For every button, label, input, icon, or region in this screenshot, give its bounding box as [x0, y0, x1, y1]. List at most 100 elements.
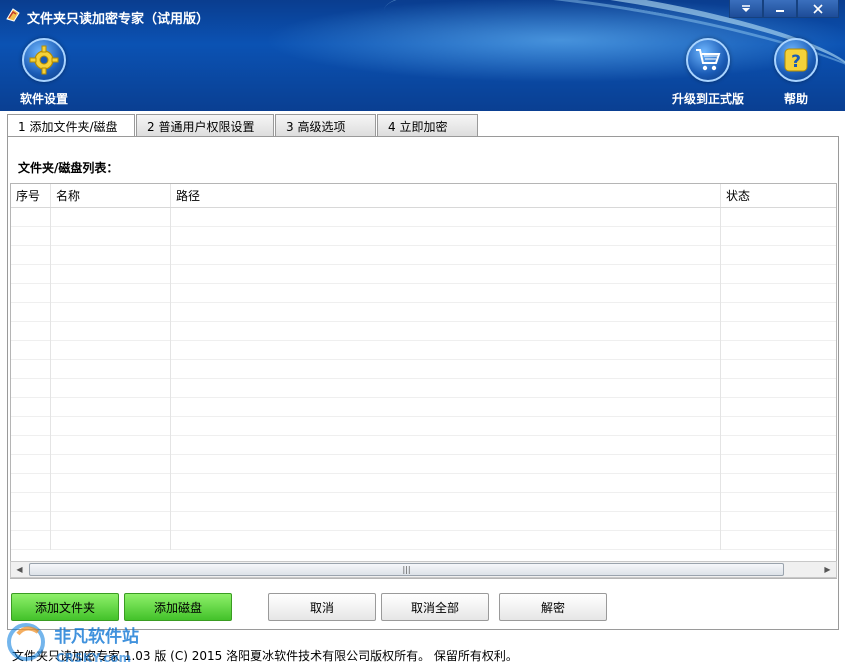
- add-disk-button[interactable]: 添加磁盘: [124, 593, 232, 621]
- table-row[interactable]: [11, 208, 836, 227]
- status-bar-text: 文件夹只读加密专家 1.03 版 (C) 2015 洛阳夏冰软件技术有限公司版权…: [12, 649, 518, 663]
- table-body: [11, 208, 836, 560]
- table-cell: [721, 322, 836, 341]
- help-icon: ?: [774, 38, 818, 82]
- cart-icon: [686, 38, 730, 82]
- scroll-thumb[interactable]: |||: [29, 563, 784, 576]
- table-cell: [11, 398, 51, 417]
- table-cell: [11, 474, 51, 493]
- scroll-right-icon[interactable]: ▶: [819, 562, 836, 577]
- help-button[interactable]: ? 帮助: [774, 38, 818, 107]
- table-row[interactable]: [11, 303, 836, 322]
- table-cell: [11, 417, 51, 436]
- table-cell: [51, 227, 171, 246]
- table-cell: [171, 246, 721, 265]
- table-row[interactable]: [11, 227, 836, 246]
- title-header: 文件夹只读加密专家（试用版） 软件设置 升级到正式版 ? 帮助: [0, 0, 845, 111]
- window-title: 文件夹只读加密专家（试用版）: [27, 12, 210, 27]
- column-header-status[interactable]: 状态: [721, 184, 836, 207]
- menu-icon[interactable]: [729, 0, 763, 18]
- tab-encrypt-now[interactable]: 4 立即加密: [377, 114, 478, 137]
- table-cell: [11, 512, 51, 531]
- table-cell: [721, 436, 836, 455]
- table-cell: [11, 322, 51, 341]
- table-cell: [51, 303, 171, 322]
- table-cell: [721, 474, 836, 493]
- table-row[interactable]: [11, 436, 836, 455]
- tab-add-folder[interactable]: 1 添加文件夹/磁盘: [7, 114, 135, 138]
- help-label: 帮助: [783, 92, 808, 106]
- folder-list-table[interactable]: 序号 名称 路径 状态: [10, 183, 837, 579]
- tab-bar: 1 添加文件夹/磁盘 2 普通用户权限设置 3 高级选项 4 立即加密: [7, 114, 479, 138]
- table-row[interactable]: [11, 531, 836, 550]
- table-row[interactable]: [11, 474, 836, 493]
- table-cell: [51, 379, 171, 398]
- table-row[interactable]: [11, 379, 836, 398]
- table-row[interactable]: [11, 322, 836, 341]
- table-cell: [171, 341, 721, 360]
- table-cell: [171, 284, 721, 303]
- table-cell: [721, 246, 836, 265]
- table-cell: [721, 284, 836, 303]
- table-cell: [171, 227, 721, 246]
- table-cell: [11, 341, 51, 360]
- column-header-index[interactable]: 序号: [11, 184, 51, 207]
- table-cell: [51, 208, 171, 227]
- table-cell: [721, 341, 836, 360]
- table-cell: [11, 246, 51, 265]
- table-cell: [51, 322, 171, 341]
- table-row[interactable]: [11, 265, 836, 284]
- table-cell: [721, 398, 836, 417]
- table-cell: [721, 531, 836, 550]
- column-header-path[interactable]: 路径: [171, 184, 721, 207]
- table-cell: [171, 303, 721, 322]
- table-row[interactable]: [11, 341, 836, 360]
- scroll-left-icon[interactable]: ◀: [11, 562, 28, 577]
- tab-advanced-options[interactable]: 3 高级选项: [275, 114, 376, 137]
- table-row[interactable]: [11, 246, 836, 265]
- tab-user-permissions[interactable]: 2 普通用户权限设置: [136, 114, 274, 137]
- horizontal-scrollbar[interactable]: ◀ ||| ▶: [10, 561, 837, 578]
- table-cell: [171, 531, 721, 550]
- settings-button[interactable]: 软件设置: [20, 38, 68, 107]
- table-cell: [51, 360, 171, 379]
- table-cell: [721, 379, 836, 398]
- add-folder-button[interactable]: 添加文件夹: [11, 593, 119, 621]
- table-cell: [721, 208, 836, 227]
- table-cell: [171, 265, 721, 284]
- table-header: 序号 名称 路径 状态: [11, 184, 836, 208]
- upgrade-button[interactable]: 升级到正式版: [672, 38, 744, 107]
- close-icon[interactable]: [797, 0, 839, 18]
- table-cell: [721, 303, 836, 322]
- column-header-name[interactable]: 名称: [51, 184, 171, 207]
- table-cell: [171, 360, 721, 379]
- table-row[interactable]: [11, 360, 836, 379]
- table-row[interactable]: [11, 417, 836, 436]
- table-cell: [11, 531, 51, 550]
- cancel-all-button[interactable]: 取消全部: [381, 593, 489, 621]
- table-cell: [171, 208, 721, 227]
- table-cell: [171, 398, 721, 417]
- table-row[interactable]: [11, 284, 836, 303]
- table-cell: [721, 455, 836, 474]
- table-cell: [721, 493, 836, 512]
- table-cell: [171, 493, 721, 512]
- minimize-icon[interactable]: [763, 0, 797, 18]
- table-cell: [51, 531, 171, 550]
- table-row[interactable]: [11, 512, 836, 531]
- table-cell: [51, 341, 171, 360]
- table-row[interactable]: [11, 398, 836, 417]
- table-row[interactable]: [11, 455, 836, 474]
- table-cell: [11, 227, 51, 246]
- table-cell: [11, 493, 51, 512]
- window-controls: [729, 0, 839, 18]
- table-cell: [171, 417, 721, 436]
- table-row[interactable]: [11, 493, 836, 512]
- table-cell: [51, 512, 171, 531]
- decrypt-button[interactable]: 解密: [499, 593, 607, 621]
- table-cell: [11, 303, 51, 322]
- table-cell: [11, 265, 51, 284]
- table-cell: [51, 284, 171, 303]
- table-cell: [51, 246, 171, 265]
- cancel-button[interactable]: 取消: [268, 593, 376, 621]
